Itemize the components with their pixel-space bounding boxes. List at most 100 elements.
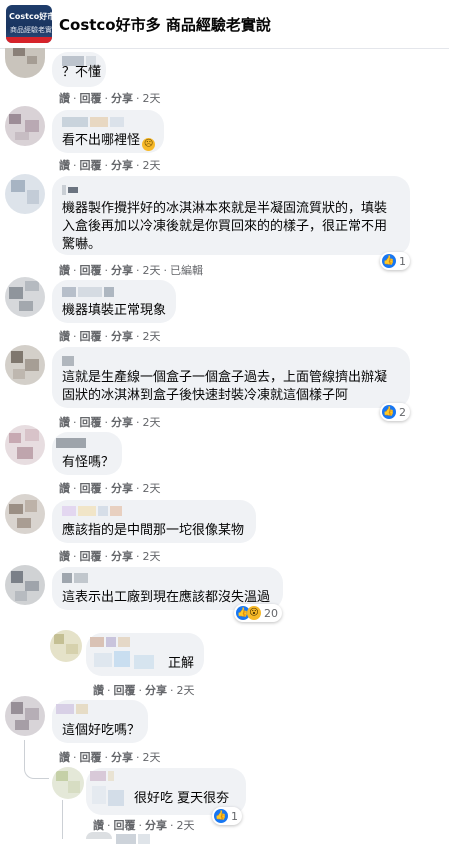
comment-actions: 讚 · 回覆 · 分享 · 2天 <box>59 751 161 764</box>
reaction-count[interactable]: 👍 1 <box>212 807 242 825</box>
comment-time[interactable]: 2天 <box>143 92 161 105</box>
group-title[interactable]: Costco好市多 商品經驗老實說 <box>59 14 271 35</box>
comment-actions: 讚 · 回覆 · 分享 · 2天 <box>93 684 195 697</box>
avatar[interactable] <box>5 696 45 736</box>
share-button[interactable]: 分享 <box>111 482 133 495</box>
commenter-name[interactable] <box>90 771 116 782</box>
like-button[interactable]: 讚 <box>59 159 70 172</box>
comment-bubble: 應該指的是中間那一坨很像某物 <box>52 500 256 543</box>
comment-time[interactable]: 2天 <box>143 159 161 172</box>
share-button[interactable]: 分享 <box>111 751 133 764</box>
commenter-name[interactable] <box>62 117 126 128</box>
share-button[interactable]: 分享 <box>145 684 167 697</box>
reply-bubble: 正解 <box>86 633 204 676</box>
comment-bubble: 這就是生產線一個盒子一個盒子過去，上面管線擠出辦凝 固狀的冰淇淋到盒子後快速封裝… <box>52 347 410 408</box>
like-button[interactable]: 讚 <box>59 264 70 277</box>
avatar[interactable] <box>86 832 112 839</box>
avatar[interactable] <box>5 565 45 605</box>
comment-actions: 讚 · 回覆 · 分享 · 2天 <box>59 550 161 563</box>
comment-text-line: 這就是生產線一個盒子一個盒子過去，上面管線擠出辦凝 <box>62 370 388 385</box>
share-button[interactable]: 分享 <box>111 159 133 172</box>
comment-time[interactable]: 2天 <box>177 819 195 832</box>
reply-button[interactable]: 回覆 <box>80 264 102 277</box>
comment-time[interactable]: 2天 <box>143 550 161 563</box>
comment-text: 很好吃 夏天很夯 <box>134 791 230 806</box>
comment-time[interactable]: 2天 <box>177 684 195 697</box>
reply-button[interactable]: 回覆 <box>80 751 102 764</box>
comment-time[interactable]: 2天 <box>143 751 161 764</box>
share-button[interactable]: 分享 <box>111 92 133 105</box>
avatar[interactable] <box>5 494 45 534</box>
like-button[interactable]: 讚 <box>59 330 70 343</box>
avatar[interactable] <box>50 630 82 662</box>
commenter-name[interactable] <box>56 438 88 449</box>
edited-label[interactable]: 已編輯 <box>170 264 203 277</box>
comment-time[interactable]: 2天 <box>143 330 161 343</box>
group-logo[interactable]: Costco好市 商品經驗老實說 <box>6 5 52 43</box>
commenter-name[interactable] <box>90 637 132 648</box>
blurred-mention <box>92 784 130 808</box>
avatar[interactable] <box>5 277 45 317</box>
like-button[interactable]: 讚 <box>59 751 70 764</box>
reply-button[interactable]: 回覆 <box>80 92 102 105</box>
reaction-number: 2 <box>399 405 406 419</box>
commenter-name[interactable] <box>62 506 124 517</box>
comment-text: 正解 <box>168 656 195 671</box>
like-button[interactable]: 讚 <box>59 482 70 495</box>
like-button[interactable]: 讚 <box>59 92 70 105</box>
comment-bubble: 看不出哪裡怪 ☹ <box>52 110 164 153</box>
share-button[interactable]: 分享 <box>111 416 133 429</box>
blurred-mention <box>94 651 156 671</box>
comment-time[interactable]: 2天 <box>143 416 161 429</box>
comment-text: 這就是生產線一個盒子一個盒子過去，上面管線擠出辦凝 固狀的冰淇淋到盒子後快速封裝… <box>62 369 406 405</box>
reply-button[interactable]: 回覆 <box>80 330 102 343</box>
share-button[interactable]: 分享 <box>111 330 133 343</box>
share-button[interactable]: 分享 <box>111 264 133 277</box>
avatar[interactable] <box>5 174 45 214</box>
like-button[interactable]: 讚 <box>93 684 104 697</box>
comment-actions: 讚 · 回覆 · 分享 · 2天 <box>59 330 161 343</box>
like-button[interactable]: 讚 <box>59 550 70 563</box>
like-button[interactable]: 讚 <box>93 819 104 832</box>
commenter-name[interactable] <box>62 356 76 367</box>
logo-text: Costco好市 <box>9 12 52 21</box>
reply-thread-line <box>24 740 49 779</box>
like-button[interactable]: 讚 <box>59 416 70 429</box>
logo-stripe <box>6 37 52 43</box>
reaction-number: 1 <box>399 254 406 268</box>
comment-text-line: 驚嚇。 <box>62 237 102 252</box>
reply-button[interactable]: 回覆 <box>114 684 136 697</box>
avatar[interactable] <box>5 345 45 385</box>
avatar[interactable] <box>52 767 84 799</box>
avatar[interactable] <box>5 48 45 78</box>
reaction-count[interactable]: 👍 2 <box>380 403 410 421</box>
share-button[interactable]: 分享 <box>145 819 167 832</box>
reply-button[interactable]: 回覆 <box>80 159 102 172</box>
reply-button[interactable]: 回覆 <box>80 550 102 563</box>
reaction-count[interactable]: 👍 1 <box>380 252 410 270</box>
like-reaction-icon: 👍 <box>214 809 228 823</box>
reply-button[interactable]: 回覆 <box>80 482 102 495</box>
comment-text: 有怪嗎？ <box>62 455 115 470</box>
comment-time[interactable]: 2天 <box>143 482 161 495</box>
weary-face-icon: ☹ <box>142 138 156 151</box>
commenter-name[interactable] <box>62 185 80 196</box>
comment-time[interactable]: 2天 <box>143 264 161 277</box>
share-button[interactable]: 分享 <box>111 550 133 563</box>
commenter-name[interactable] <box>56 704 90 715</box>
comment-text: 機器製作攪拌好的冰淇淋本來就是半凝固流質狀的，填裝 入盒後再加以冷凍後就是你買回… <box>62 200 406 254</box>
commenter-name[interactable] <box>116 834 152 845</box>
comment-bubble: ？不懂 <box>52 52 106 87</box>
reaction-count[interactable]: 👍 😮 20 <box>234 604 282 622</box>
avatar[interactable] <box>5 425 45 465</box>
reply-button[interactable]: 回覆 <box>80 416 102 429</box>
group-header: Costco好市 商品經驗老實說 Costco好市多 商品經驗老實說 <box>0 0 449 49</box>
avatar[interactable] <box>5 106 45 146</box>
comment-text-line: 入盒後再加以冷凍後就是你買回來的的樣子，很正常不用 <box>62 219 388 234</box>
comment-bubble: 機器製作攪拌好的冰淇淋本來就是半凝固流質狀的，填裝 入盒後再加以冷凍後就是你買回… <box>52 176 410 255</box>
comment-text: ？不懂 <box>62 65 102 80</box>
reply-button[interactable]: 回覆 <box>114 819 136 832</box>
reply-thread-line <box>62 800 63 839</box>
commenter-name[interactable] <box>62 287 116 298</box>
commenter-name[interactable] <box>62 573 90 584</box>
